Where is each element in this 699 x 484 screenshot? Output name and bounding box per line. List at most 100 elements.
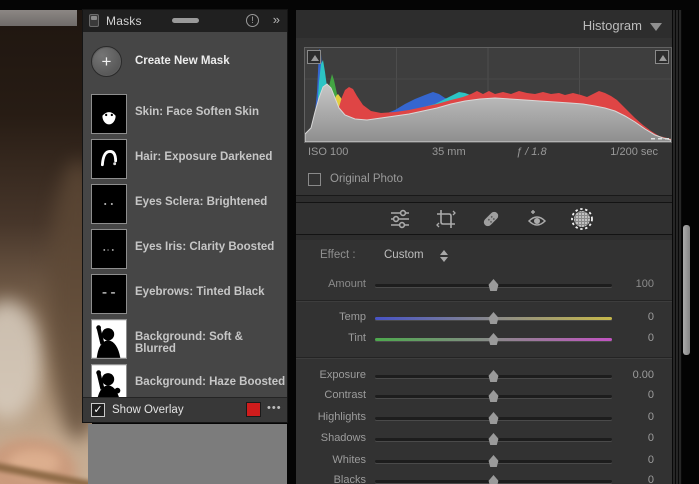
amount-label: Amount [296,278,366,290]
mask-item-label: Hair: Exposure Darkened [135,151,272,163]
dropdown-spinner-icon[interactable] [439,249,449,263]
masks-list: + Create New Mask Skin: Face Soften Skin… [83,32,287,397]
mask-item-eyes-iris[interactable]: Eyes Iris: Clarity Boosted [83,227,287,272]
mask-item-hair[interactable]: Hair: Exposure Darkened [83,137,287,182]
mask-item-label: Eyes Sclera: Brightened [135,196,267,208]
effect-label: Effect : [320,249,356,261]
histogram-title: Histogram [583,18,642,33]
exif-shutter-speed: 1/200 sec [610,146,658,158]
temp-slider[interactable] [375,317,612,320]
tint-value: 0 [612,332,654,344]
help-icon[interactable]: ! [246,14,259,27]
exif-iso: ISO 100 [308,146,348,158]
slider-row-contrast: Contrast 0 [296,386,672,404]
mask-item-label: Background: Soft & Blurred [135,331,287,355]
whites-slider[interactable] [375,460,612,463]
mask-item-label: Eyebrows: Tinted Black [135,286,265,298]
original-photo-checkbox[interactable] [308,173,321,186]
create-new-mask-button[interactable]: + Create New Mask [83,40,287,92]
amount-slider[interactable] [375,284,612,287]
slider-thumb[interactable] [488,433,499,445]
mask-thumbnail-eye-dots[interactable] [91,184,127,224]
slider-row-exposure: Exposure 0.00 [296,366,672,384]
exif-info-row: ISO 100 35 mm ƒ / 1.8 1/200 sec [304,146,664,164]
slider-row-amount: Amount 100 [296,275,672,293]
shadows-label: Shadows [296,432,366,444]
exposure-label: Exposure [296,369,366,381]
tool-strip [296,202,672,235]
crop-tool-icon[interactable] [434,207,458,231]
blacks-slider[interactable] [375,480,612,483]
effect-row: Effect : Custom [296,247,672,265]
histogram-section: ISO 100 35 mm ƒ / 1.8 1/200 sec Original… [296,38,672,196]
mask-item-eyebrows[interactable]: Eyebrows: Tinted Black [83,272,287,317]
tint-label: Tint [296,332,366,344]
slider-row-tint: Tint 0 [296,329,672,347]
blacks-label: Blacks [296,474,366,484]
develop-right-panel: Histogram [296,10,672,484]
mask-item-eyes-sclera[interactable]: Eyes Sclera: Brightened [83,182,287,227]
amount-value: 100 [612,278,654,290]
photo-gray-area [88,424,287,484]
shadow-clipping-indicator[interactable] [307,50,321,64]
temp-value: 0 [612,311,654,323]
slider-row-whites: Whites 0 [296,451,672,469]
plus-icon[interactable]: + [91,46,122,77]
highlight-clipping-indicator[interactable] [655,50,669,64]
slider-thumb[interactable] [488,279,499,291]
contrast-slider[interactable] [375,395,612,398]
photo-canvas[interactable] [0,10,92,484]
mask-item-label: Eyes Iris: Clarity Boosted [135,241,274,253]
mask-item-background-blur[interactable]: Background: Soft & Blurred [83,317,287,362]
histogram-graph[interactable] [304,47,672,143]
overlay-color-swatch[interactable] [246,402,261,417]
lightroom-screen: Masks ! » + Create New Mask Skin: Face S… [0,0,699,484]
collapse-panel-icon[interactable]: » [273,12,280,27]
slider-thumb[interactable] [488,412,499,424]
mask-thumbnail-eye-dots[interactable] [91,229,127,269]
red-eye-tool-icon[interactable] [525,207,549,231]
masking-tool-icon-active[interactable] [570,207,594,231]
mask-item-skin[interactable]: Skin: Face Soften Skin [83,92,287,137]
panel-icon [89,14,99,27]
basic-adjustments-icon[interactable] [388,207,412,231]
slider-thumb[interactable] [488,333,499,345]
show-overlay-checkbox[interactable]: ✓ [91,403,105,417]
contrast-label: Contrast [296,389,366,401]
masks-panel-title: Masks [106,14,142,28]
contrast-value: 0 [612,389,654,401]
panel-edge-grip[interactable] [672,10,682,484]
exposure-slider[interactable] [375,375,612,378]
slider-thumb[interactable] [488,390,499,402]
masks-panel-header[interactable]: Masks ! » [83,10,287,32]
masks-panel-footer: ✓ Show Overlay ••• [83,397,287,422]
slider-thumb[interactable] [488,370,499,382]
show-overlay-label: Show Overlay [112,404,184,416]
slider-thumb[interactable] [488,475,499,484]
drag-handle[interactable] [172,18,199,23]
exif-aperture: ƒ / 1.8 [516,146,547,158]
slider-thumb[interactable] [488,312,499,324]
slider-row-shadows: Shadows 0 [296,429,672,447]
create-new-mask-label: Create New Mask [135,55,230,67]
healing-brush-icon[interactable] [479,207,503,231]
effect-preset-dropdown[interactable]: Custom [384,249,424,261]
slider-row-blacks: Blacks 0 [296,471,672,484]
photo-highlight [0,300,42,420]
mask-thumbnail-hair[interactable] [91,139,127,179]
tint-slider[interactable] [375,338,612,341]
mask-item-label: Skin: Face Soften Skin [135,106,259,118]
exposure-value: 0.00 [612,369,654,381]
slider-thumb[interactable] [488,455,499,467]
mask-thumbnail-silhouette[interactable] [91,319,127,359]
chevron-down-icon[interactable] [650,23,662,31]
shadows-slider[interactable] [375,438,612,441]
overlay-options-icon[interactable]: ••• [267,402,282,414]
mask-thumbnail-brow-dashes[interactable] [91,274,127,314]
mask-thumbnail-face[interactable] [91,94,127,134]
histogram-header[interactable]: Histogram [296,10,672,40]
scrollbar-thumb[interactable] [683,225,690,355]
slider-row-highlights: Highlights 0 [296,408,672,426]
mask-item-label: Background: Haze Boosted [135,376,285,388]
highlights-slider[interactable] [375,417,612,420]
